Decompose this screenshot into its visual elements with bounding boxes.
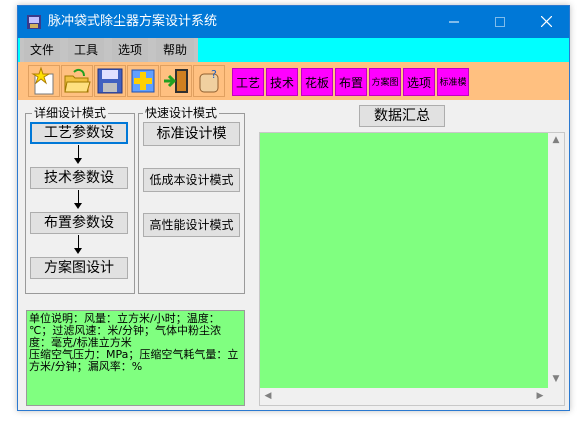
detail-mode-title: 详细设计模式 xyxy=(32,106,109,120)
data-summary-button[interactable]: 数据汇总 xyxy=(359,105,445,127)
horizontal-scrollbar[interactable]: ◀ ▶ xyxy=(260,388,548,405)
toolbar-standard-button[interactable]: 标准模 xyxy=(437,68,469,96)
tech-params-button[interactable]: 技术参数设 xyxy=(30,167,128,189)
data-summary-area[interactable] xyxy=(260,133,548,388)
data-summary-panel: ▲ ▼ ◀ ▶ xyxy=(259,132,565,406)
main-window: 脉冲袋式除尘器方案设计系统 文件 工具 选项 帮助 ? 工艺 技术 花板 布置 … xyxy=(17,5,570,411)
toolbar-drawing-button[interactable]: 方案图 xyxy=(369,68,401,96)
minimize-icon[interactable] xyxy=(431,6,477,38)
toolbar-plate-button[interactable]: 花板 xyxy=(301,68,333,96)
add-button[interactable] xyxy=(127,65,159,97)
toolbar-tech-button[interactable]: 技术 xyxy=(266,68,298,96)
new-star-icon xyxy=(31,66,54,95)
close-icon[interactable] xyxy=(523,6,569,38)
open-folder-icon xyxy=(64,68,91,93)
save-disk-icon xyxy=(97,68,123,94)
process-params-button[interactable]: 工艺参数设 xyxy=(30,122,128,144)
scheme-drawing-button[interactable]: 方案图设计 xyxy=(30,257,128,279)
window-title: 脉冲袋式除尘器方案设计系统 xyxy=(48,14,218,29)
menu-bar: 文件 工具 选项 帮助 xyxy=(18,38,569,62)
quick-mode-title: 快速设计模式 xyxy=(143,106,220,120)
down-arrow-icon xyxy=(74,158,82,164)
open-button[interactable] xyxy=(61,65,93,97)
menu-file[interactable]: 文件 xyxy=(24,38,60,62)
maximize-icon[interactable] xyxy=(477,6,523,38)
flow-arrow-line xyxy=(78,190,79,204)
menu-tools[interactable]: 工具 xyxy=(68,38,104,62)
flow-arrow-line xyxy=(78,145,79,159)
exit-button[interactable] xyxy=(160,65,192,97)
down-arrow-icon xyxy=(74,203,82,209)
toolbar-layout-button[interactable]: 布置 xyxy=(335,68,367,96)
flow-arrow-line xyxy=(78,235,79,249)
new-button[interactable] xyxy=(28,65,60,97)
toolbar: ? 工艺 技术 花板 布置 方案图 选项 标准模 xyxy=(18,62,569,100)
toolbar-options-button[interactable]: 选项 xyxy=(403,68,435,96)
low-cost-design-button[interactable]: 低成本设计模式 xyxy=(143,168,240,192)
exit-door-icon xyxy=(164,69,188,93)
high-performance-design-button[interactable]: 高性能设计模式 xyxy=(143,213,240,237)
help-hand-icon: ? xyxy=(199,68,219,93)
toolbar-process-button[interactable]: 工艺 xyxy=(232,68,264,96)
down-arrow-icon xyxy=(74,248,82,254)
help-button[interactable]: ? xyxy=(193,65,225,97)
scroll-down-icon[interactable]: ▼ xyxy=(548,374,564,384)
svg-text:?: ? xyxy=(211,68,217,81)
units-description: 单位说明：风量：立方米/小时；温度：℃；过滤风速：米/分钟；气体中粉尘浓度：毫克… xyxy=(26,310,245,406)
scroll-right-icon[interactable]: ▶ xyxy=(532,391,548,401)
menu-help[interactable]: 帮助 xyxy=(156,38,194,62)
menu-options[interactable]: 选项 xyxy=(112,38,148,62)
save-button[interactable] xyxy=(94,65,126,97)
scroll-up-icon[interactable]: ▲ xyxy=(548,135,564,145)
layout-params-button[interactable]: 布置参数设 xyxy=(30,212,128,234)
app-icon xyxy=(27,15,41,29)
scroll-left-icon[interactable]: ◀ xyxy=(260,391,276,401)
add-plus-icon xyxy=(131,69,155,93)
standard-design-button[interactable]: 标准设计模 xyxy=(143,122,240,146)
quick-mode-group: 快速设计模式 标准设计模 低成本设计模式 高性能设计模式 xyxy=(138,106,245,294)
title-bar: 脉冲袋式除尘器方案设计系统 xyxy=(18,6,569,38)
vertical-scrollbar[interactable]: ▲ ▼ xyxy=(548,133,564,388)
detail-mode-group: 详细设计模式 工艺参数设 技术参数设 布置参数设 方案图设计 xyxy=(25,106,135,294)
